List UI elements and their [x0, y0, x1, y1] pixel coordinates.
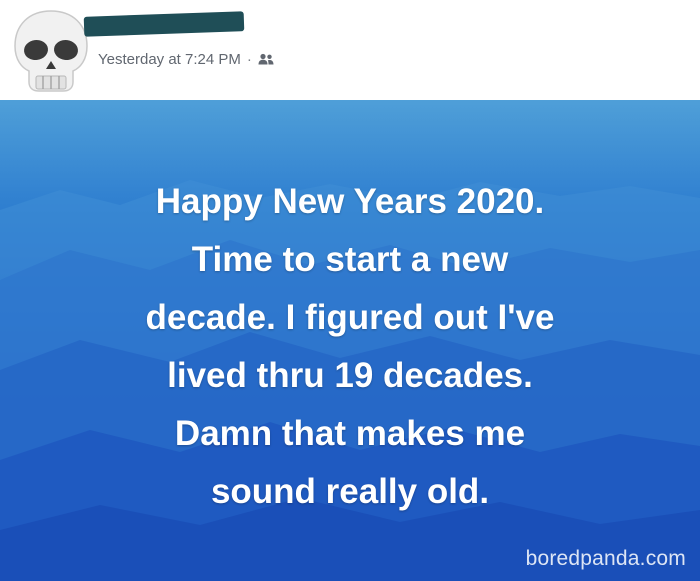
watermark: boredpanda.com — [525, 547, 686, 570]
facebook-post: Yesterday at 7:24 PM · Happy New Years 2… — [0, 0, 700, 581]
post-timestamp[interactable]: Yesterday at 7:24 PM — [98, 51, 241, 68]
avatar[interactable] — [12, 8, 90, 94]
skull-icon — [14, 10, 88, 92]
status-background-card: Happy New Years 2020. Time to start a ne… — [0, 100, 700, 581]
post-meta: Yesterday at 7:24 PM · — [98, 48, 274, 70]
meta-separator: · — [246, 50, 252, 68]
status-text: Happy New Years 2020. Time to start a ne… — [145, 182, 555, 511]
post-header: Yesterday at 7:24 PM · — [0, 0, 700, 100]
redacted-name-bar — [83, 11, 245, 37]
friends-icon[interactable] — [258, 53, 274, 66]
